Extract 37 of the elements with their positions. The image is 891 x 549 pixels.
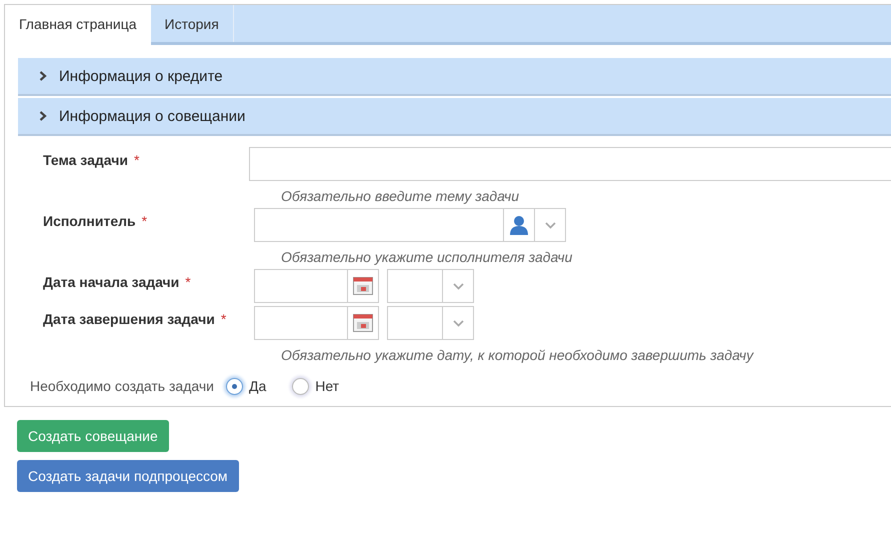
tab[interactable]: Главная страница [5,5,151,45]
field-hint: Обязательно укажите дату, к которой необходимо завершить задачу [281,346,755,364]
accordion-header[interactable]: Информация о совещании [18,98,891,136]
required-mark: * [220,311,226,327]
user-picker[interactable] [254,208,566,242]
accordion-header[interactable]: Информация о кредите [18,58,891,96]
person-icon [510,215,528,235]
radio-option[interactable]: Да [226,378,266,394]
section-title: Информация о совещании [59,108,246,124]
chevron-icon [39,111,47,121]
field-label: Дата завершения задачи [43,311,215,327]
radio-button[interactable] [226,378,243,394]
caret-icon [452,282,464,290]
field-label: Тема задачи [43,152,128,168]
field-hint: Обязательно введите тему задачи [281,187,520,205]
required-mark: * [185,274,191,290]
radio-button[interactable] [292,378,310,394]
section-title: Информация о кредите [59,68,223,84]
date-field[interactable] [254,306,379,340]
tab[interactable]: История [150,5,234,42]
chevron-icon [39,71,47,81]
field-label: Дата начала задачи [43,274,180,290]
input-field[interactable] [249,147,891,181]
date-field[interactable] [254,269,379,303]
action-button[interactable]: Создать задачи подпроцессом [17,460,239,492]
caret-icon [544,222,556,228]
time-select[interactable] [387,269,474,303]
radio-option[interactable]: Нет [292,378,340,394]
time-select[interactable] [387,306,474,340]
calendar-icon [353,277,373,295]
radio-group-label: Необходимо создать задачи [29,378,214,394]
required-mark: * [134,152,140,168]
field-label: Исполнитель [43,213,136,229]
caret-icon [452,320,464,326]
required-mark: * [142,213,148,229]
field-hint: Обязательно укажите исполнителя задачи [281,248,574,266]
calendar-icon [353,314,373,332]
